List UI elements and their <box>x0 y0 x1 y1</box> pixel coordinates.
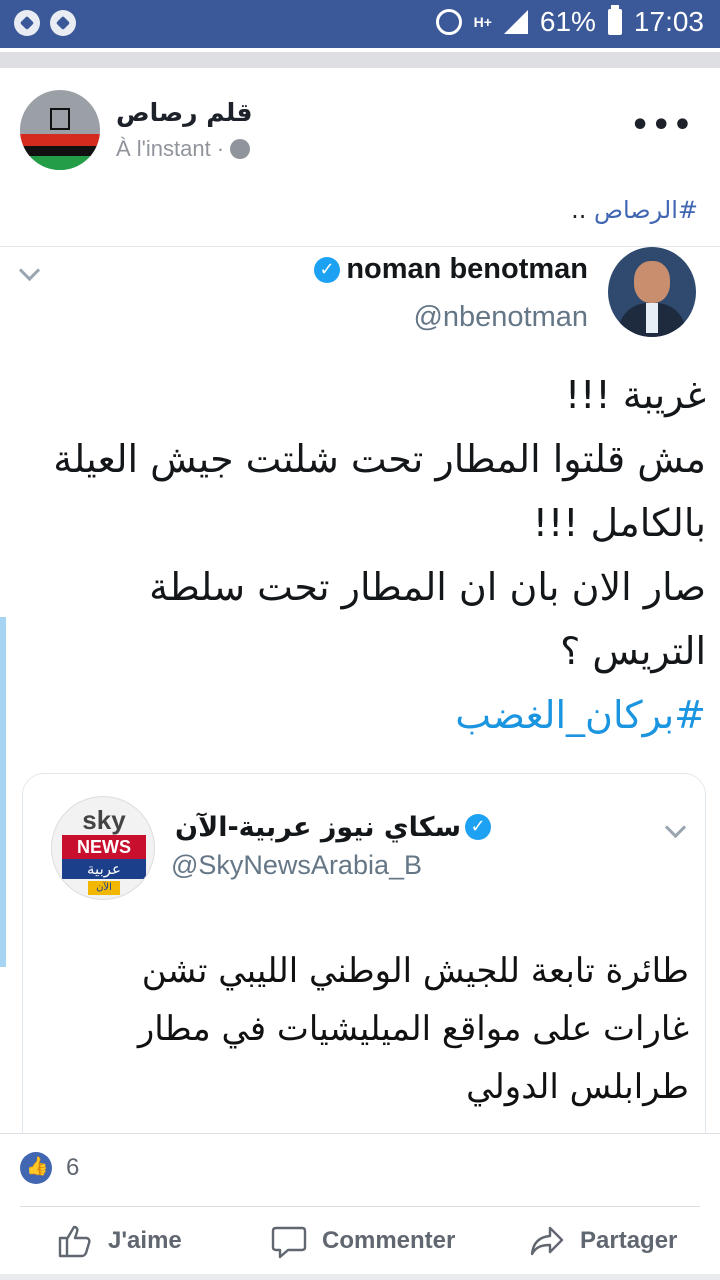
share-icon <box>530 1226 564 1256</box>
image-edge <box>0 617 6 967</box>
signal-icon <box>503 10 528 34</box>
verified-badge-icon: ✓ <box>465 814 491 840</box>
post-meta: À l'instant · <box>116 136 251 162</box>
post-timestamp[interactable]: À l'instant <box>116 136 211 162</box>
comment-label: Commenter <box>322 1227 456 1254</box>
tweet-hashtag: #بركان_الغضب <box>455 693 706 737</box>
share-button[interactable]: Partager <box>528 1222 677 1260</box>
reaction-summary[interactable]: 6 <box>20 1152 79 1184</box>
football-icon <box>14 10 40 36</box>
quoted-line: طرابلس الدولي <box>466 1067 689 1107</box>
battery-icon <box>607 5 622 35</box>
more-options-button[interactable]: ••• <box>630 108 694 143</box>
comment-icon <box>271 1226 307 1259</box>
battery-percent: 61% <box>539 6 596 37</box>
like-reaction-icon <box>20 1152 52 1184</box>
quoted-line: غارات على مواقع الميليشيات في مطار <box>137 1009 689 1049</box>
action-bar: J'aime Commenter Partager <box>0 1216 720 1268</box>
shared-image[interactable]: ✓ noman benotman @nbenotman غريبة !!! مش… <box>0 246 720 1134</box>
post-hashtag[interactable]: #الرصاص <box>594 196 698 224</box>
tweet-text: غريبة !!! مش قلتوا المطار تحت شلتت جيش ا… <box>26 363 706 747</box>
quoted-text: طائرة تابعة للجيش الوطني الليبي تشن غارا… <box>49 942 689 1116</box>
feed-separator <box>0 1274 720 1280</box>
comment-button[interactable]: Commenter <box>270 1222 455 1260</box>
post-text: #الرصاص .. <box>571 196 698 224</box>
post-text-suffix: .. <box>571 196 594 224</box>
clock: 17:03 <box>633 6 704 37</box>
meta-separator: · <box>216 136 225 161</box>
alarm-icon <box>435 9 462 35</box>
status-bar: H+ 61% 17:03 <box>0 0 720 48</box>
tweet-line: صار الان بان ان المطار تحت سلطة <box>149 565 706 609</box>
feed-separator <box>0 48 720 68</box>
logo-mark <box>50 108 70 130</box>
reaction-count: 6 <box>66 1154 80 1181</box>
football-icon <box>50 10 76 36</box>
tweet-author-name: noman benotman <box>346 253 588 285</box>
verified-badge-icon: ✓ <box>314 257 340 283</box>
divider <box>20 1206 700 1207</box>
author-avatar[interactable] <box>20 90 100 170</box>
quoted-tweet: sky NEWS عربية الآن ✓ سكاي نيوز عربية-ال… <box>22 773 706 1133</box>
like-label: J'aime <box>108 1227 182 1254</box>
tweet-line: مش قلتوا المطار تحت شلتت جيش العيلة <box>53 437 706 481</box>
notification-icons <box>14 10 76 36</box>
tweet-author-handle: @nbenotman <box>413 301 588 333</box>
sky-news-logo: sky NEWS عربية الآن <box>51 796 155 900</box>
chevron-down-icon <box>18 259 41 282</box>
quoted-author-name: سكاي نيوز عربية-الآن <box>175 812 461 843</box>
tweet-line: التريس ؟ <box>560 629 706 673</box>
author-name[interactable]: قلم رصاص <box>116 98 252 127</box>
share-label: Partager <box>580 1227 678 1254</box>
tweet-avatar <box>608 247 696 337</box>
like-button[interactable]: J'aime <box>56 1222 182 1260</box>
quoted-author-handle: @SkyNewsArabia_B <box>171 850 423 880</box>
globe-icon <box>230 139 251 159</box>
chevron-down-icon <box>664 816 687 839</box>
tweet-line: بالكامل !!! <box>532 501 706 545</box>
thumbs-up-icon <box>58 1225 91 1258</box>
tweet-line: غريبة !!! <box>564 373 706 417</box>
system-indicators: H+ 61% 17:03 <box>435 5 704 38</box>
quoted-line: طائرة تابعة للجيش الوطني الليبي تشن <box>141 951 689 991</box>
network-type: H+ <box>473 14 492 30</box>
